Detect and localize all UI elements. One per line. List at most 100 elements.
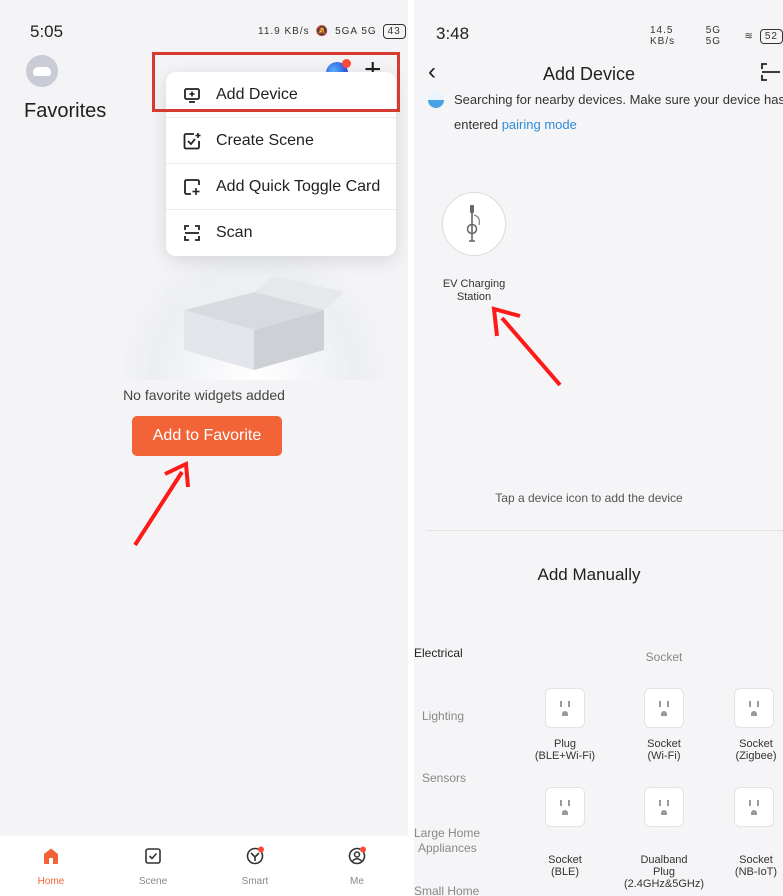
category-small-home[interactable]: Small Home — [414, 884, 479, 896]
profile-icon — [347, 846, 367, 871]
device-label-line1: EV Charging — [442, 278, 506, 290]
tab-home[interactable]: Home — [11, 836, 91, 896]
bottom-tab-bar: Home Scene Smart Me — [0, 836, 408, 896]
signal-icon: 5G 5G — [705, 25, 722, 47]
product-tile-socket-ble[interactable] — [545, 787, 585, 827]
searching-text-2: entered pairing mode — [454, 112, 577, 137]
empty-illustration — [124, 240, 384, 380]
menu-item-quick-toggle[interactable]: Add Quick Toggle Card — [166, 164, 396, 210]
ev-charger-device[interactable] — [442, 192, 506, 256]
product-label: Socket (NB-IoT) — [711, 854, 783, 878]
product-label: Socket (BLE) — [520, 854, 610, 878]
battery-icon: 52 — [759, 28, 783, 44]
searching-text: Searching for nearby devices. Make sure … — [454, 92, 783, 107]
net-speed: 14.5 KB/s — [650, 25, 676, 47]
socket-icon — [749, 700, 759, 707]
product-line2: (Zigbee) — [735, 750, 777, 762]
menu-item-create-scene[interactable]: Create Scene — [166, 118, 396, 164]
scene-icon — [143, 846, 163, 871]
right-screen: 3:48 14.5 KB/s 5G 5G ≋ 52 ‹ Add Device S… — [408, 0, 783, 896]
home-icon — [41, 846, 61, 871]
product-label: Socket (Zigbee) — [711, 738, 783, 762]
product-tile-socket-wifi[interactable] — [644, 688, 684, 728]
tab-label: Smart — [241, 876, 269, 887]
tab-me[interactable]: Me — [317, 836, 397, 896]
tab-label: Home — [37, 876, 65, 887]
product-line1: Dualband — [640, 854, 688, 866]
add-to-favorite-button[interactable]: Add to Favorite — [132, 416, 282, 456]
socket-ground — [562, 809, 568, 815]
category-appliances[interactable]: Appliances — [418, 841, 477, 855]
smart-icon — [245, 846, 265, 871]
quick-toggle-icon — [182, 177, 202, 197]
spinner-icon — [428, 92, 444, 108]
socket-icon — [659, 799, 669, 806]
socket-ground — [751, 710, 757, 716]
ev-charger-icon — [461, 201, 487, 248]
divider — [426, 530, 783, 531]
product-tile-dualband-plug[interactable] — [644, 787, 684, 827]
product-label: Dualband Plug (2.4GHz&5GHz) — [619, 854, 709, 890]
scan-icon[interactable] — [760, 62, 780, 87]
page-title: Add Device — [542, 64, 636, 84]
product-line3: (2.4GHz&5GHz) — [623, 878, 705, 890]
menu-label: Create Scene — [216, 131, 314, 149]
device-label: EV Charging Station — [424, 278, 524, 304]
net-speed: 11.9 KB/s — [258, 26, 310, 37]
add-manually-heading: Add Manually — [537, 565, 641, 584]
status-time: 3:48 — [436, 24, 470, 43]
status-time: 5:05 — [30, 22, 64, 41]
category-large-home[interactable]: Large Home — [414, 826, 480, 840]
mute-icon: 🔕 — [315, 26, 330, 37]
highlight-box — [152, 52, 400, 112]
tab-smart[interactable]: Smart — [215, 836, 295, 896]
product-tile-socket-nbiot[interactable] — [734, 787, 774, 827]
socket-ground — [661, 809, 667, 815]
product-line2: (Wi-Fi) — [647, 750, 681, 762]
wifi-icon: ≋ — [744, 30, 754, 42]
category-lighting[interactable]: Lighting — [422, 709, 464, 723]
category-sensors[interactable]: Sensors — [422, 771, 466, 785]
left-screen: 5:05 11.9 KB/s 🔕 5GA 5G 43 Favorites + A… — [0, 0, 408, 896]
tab-label: Scene — [138, 876, 168, 887]
product-line2: (BLE) — [550, 866, 580, 878]
socket-icon — [749, 799, 759, 806]
status-icons: 14.5 KB/s 5G 5G ≋ 52 — [650, 25, 783, 47]
product-label: Plug (BLE+Wi-Fi) — [520, 738, 610, 762]
tap-hint: Tap a device icon to add the device — [495, 491, 683, 505]
section-label-socket: Socket — [645, 650, 683, 664]
tab-label: Me — [350, 876, 364, 887]
pairing-mode-link[interactable]: pairing mode — [502, 117, 577, 132]
menu-label: Add Quick Toggle Card — [216, 177, 381, 195]
product-line1: Socket — [739, 738, 773, 750]
searching-prefix: entered — [454, 117, 502, 132]
tab-scene[interactable]: Scene — [113, 836, 193, 896]
battery-icon: 43 — [382, 24, 406, 39]
robot-face-icon — [33, 66, 51, 76]
product-line1: Socket — [548, 854, 582, 866]
socket-ground — [751, 809, 757, 815]
socket-ground — [661, 710, 667, 716]
socket-icon — [560, 700, 570, 707]
empty-state-text: No favorite widgets added — [123, 387, 285, 403]
product-line2: Plug — [652, 866, 676, 878]
product-tile-socket-zigbee[interactable] — [734, 688, 774, 728]
scan-icon — [182, 223, 202, 243]
socket-icon — [560, 799, 570, 806]
category-electrical[interactable]: Electrical — [414, 646, 463, 660]
socket-icon — [659, 700, 669, 707]
signal-icon: 5GA 5G — [335, 26, 377, 37]
page-title: Favorites — [24, 100, 107, 122]
create-scene-icon — [182, 131, 202, 151]
device-label-line2: Station — [456, 291, 492, 303]
home-avatar[interactable] — [26, 55, 58, 87]
menu-label: Scan — [216, 224, 253, 241]
product-line1: Socket — [647, 738, 681, 750]
status-icons: 11.9 KB/s 🔕 5GA 5G 43 — [258, 24, 406, 39]
product-line2: (BLE+Wi-Fi) — [534, 750, 596, 762]
product-line1: Plug — [553, 738, 577, 750]
product-tile-plug-ble-wifi[interactable] — [545, 688, 585, 728]
product-line1: Socket — [739, 854, 773, 866]
socket-ground — [562, 710, 568, 716]
menu-item-scan[interactable]: Scan — [166, 210, 396, 256]
